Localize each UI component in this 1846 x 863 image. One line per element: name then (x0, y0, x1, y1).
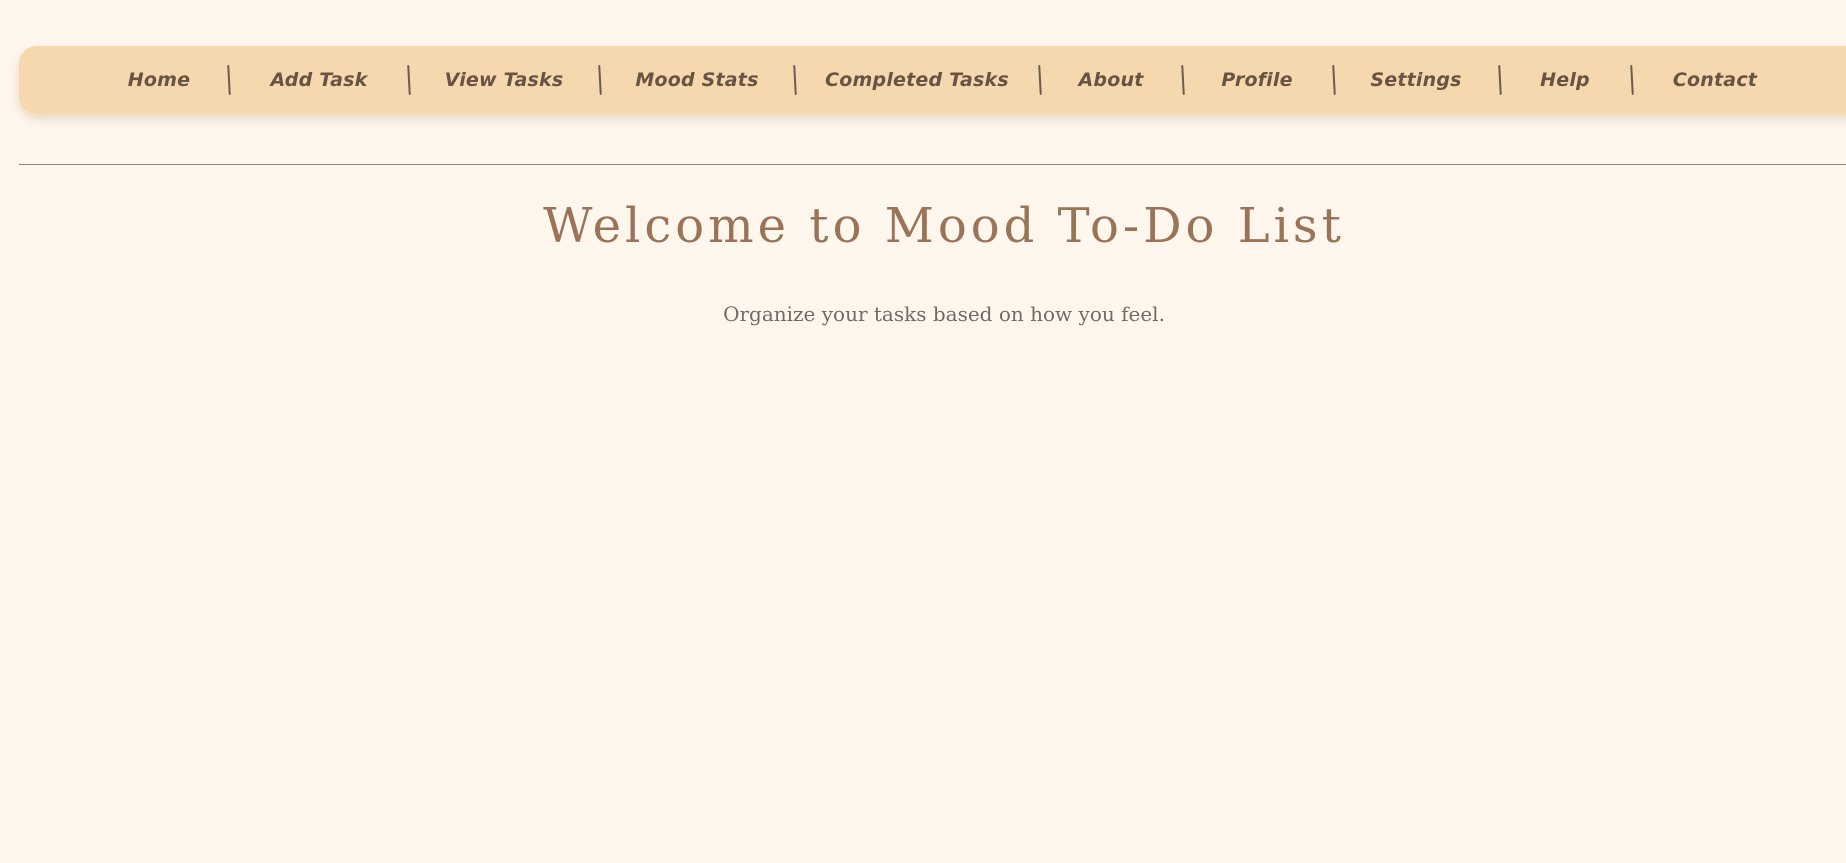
page-title: Welcome to Mood To-Do List (543, 198, 1345, 254)
nav-separator (1181, 64, 1185, 96)
nav-separator (1332, 64, 1336, 96)
nav-separator (598, 64, 602, 96)
nav-link-about[interactable]: About (1079, 46, 1144, 114)
nav-link-help[interactable]: Help (1540, 46, 1590, 114)
nav-link-contact[interactable]: Contact (1673, 46, 1757, 114)
nav-link-settings[interactable]: Settings (1370, 46, 1461, 114)
nav-separator (1630, 64, 1634, 96)
nav-link-profile[interactable]: Profile (1221, 46, 1292, 114)
nav-separator (227, 64, 231, 96)
nav-separator (1498, 64, 1502, 96)
nav-link-completed-tasks[interactable]: Completed Tasks (825, 46, 1009, 114)
nav-separator (407, 64, 411, 96)
nav-link-home[interactable]: Home (128, 46, 190, 114)
nav-link-add-task[interactable]: Add Task (270, 46, 367, 114)
nav-link-mood-stats[interactable]: Mood Stats (635, 46, 758, 114)
horizontal-divider (19, 164, 1846, 165)
nav-separator (793, 64, 797, 96)
nav-separator (1038, 64, 1042, 96)
page-subtitle: Organize your tasks based on how you fee… (723, 302, 1165, 326)
nav-link-view-tasks[interactable]: View Tasks (445, 46, 564, 114)
top-navbar: Home Add Task View Tasks Mood Stats Comp… (19, 46, 1846, 114)
